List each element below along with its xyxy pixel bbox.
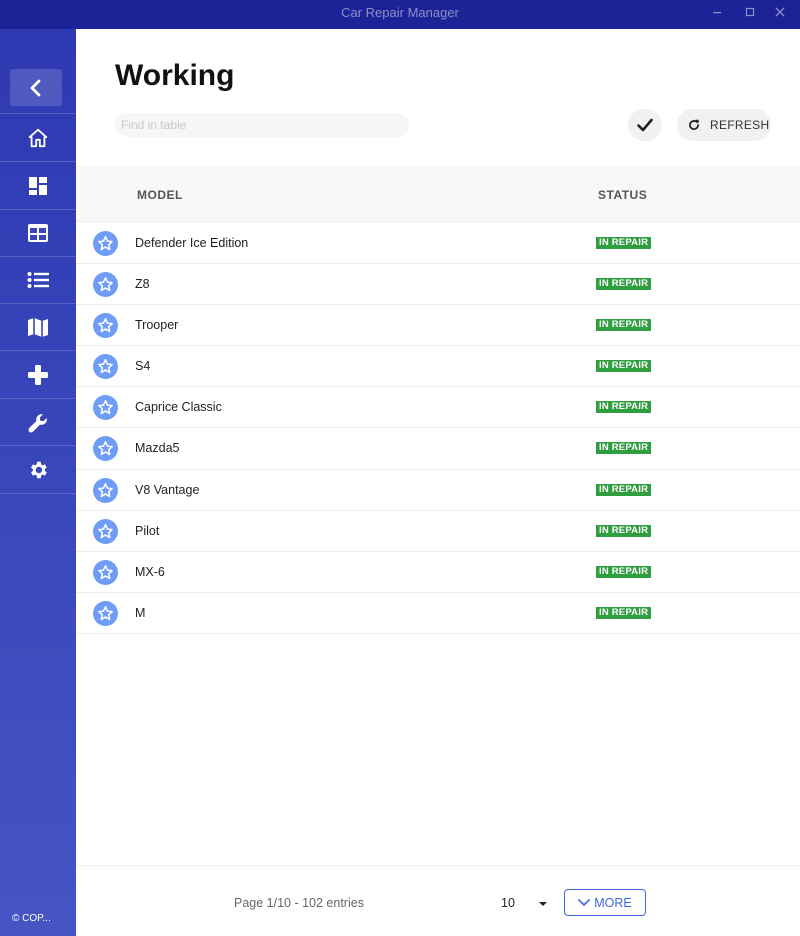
star-icon[interactable] [93, 313, 118, 339]
gear-icon [31, 461, 47, 478]
search-input[interactable] [115, 113, 409, 137]
status-badge: IN REPAIR [596, 237, 652, 249]
sidebar-item-table[interactable] [0, 209, 76, 256]
status-badge: IN REPAIR [596, 360, 652, 373]
sidebar-item-home[interactable] [0, 114, 76, 161]
more-button[interactable]: MORE [564, 889, 646, 916]
sidebar-item-dashboard[interactable] [0, 162, 76, 209]
select-all-button[interactable] [628, 109, 662, 141]
dashboard-icon [29, 176, 47, 195]
model-cell: Z8 [135, 277, 150, 292]
model-cell: Pilot [135, 523, 160, 538]
page-size-select[interactable]: 10 [501, 895, 551, 913]
model-cell: Caprice Classic [135, 400, 222, 415]
table-row[interactable]: Z8 IN REPAIR [76, 264, 800, 306]
star-icon[interactable] [93, 518, 118, 544]
sidebar: © COP... [0, 29, 76, 936]
sidebar-item-repair[interactable] [0, 399, 76, 446]
caret-down-icon [539, 902, 547, 906]
table-row[interactable]: Caprice Classic IN REPAIR [76, 387, 800, 429]
table-row[interactable]: Mazda5 IN REPAIR [76, 428, 800, 470]
sidebar-item-list[interactable] [0, 256, 76, 303]
title-bar: Car Repair Manager [0, 0, 800, 29]
model-cell: M [135, 605, 146, 620]
star-icon[interactable] [93, 477, 118, 503]
maximize-icon[interactable] [742, 4, 758, 20]
table-row[interactable]: Pilot IN REPAIR [76, 511, 800, 552]
table-row[interactable]: S4 IN REPAIR [76, 346, 800, 388]
status-badge: IN REPAIR [596, 565, 652, 578]
refresh-label: REFRESH [710, 118, 770, 132]
sidebar-item-map[interactable] [0, 303, 76, 350]
refresh-button[interactable]: REFRESH [677, 109, 771, 141]
star-icon[interactable] [93, 600, 118, 626]
model-cell: Defender Ice Edition [135, 236, 249, 250]
more-label: MORE [594, 895, 632, 910]
page-title: Working [115, 59, 235, 92]
table-icon [28, 223, 48, 242]
column-header-status[interactable]: STATUS [598, 188, 647, 202]
table-row[interactable]: Defender Ice Edition IN REPAIR [76, 223, 800, 265]
table-footer: Page 1/10 - 102 entries 10 MORE [76, 865, 800, 936]
wrench-icon [28, 413, 47, 432]
page-size-value: 10 [501, 896, 515, 910]
minimize-icon[interactable] [709, 4, 725, 20]
table-row[interactable]: Trooper IN REPAIR [76, 305, 800, 347]
star-icon[interactable] [93, 395, 118, 421]
window-title: Car Repair Manager [341, 5, 459, 20]
checkmark-icon [637, 118, 653, 132]
model-cell: Trooper [135, 318, 179, 333]
back-button[interactable] [10, 69, 62, 106]
column-header-model[interactable]: MODEL [137, 188, 183, 202]
table-row[interactable]: M IN REPAIR [76, 593, 800, 634]
table-row[interactable]: V8 Vantage IN REPAIR [76, 470, 800, 511]
refresh-icon [689, 119, 699, 130]
chevron-left-icon [30, 79, 41, 96]
divider [0, 493, 76, 494]
chevron-down-icon [578, 898, 591, 906]
map-icon [28, 317, 48, 337]
status-badge: IN REPAIR [596, 442, 652, 455]
main-content: Working REFRESH MODEL STATUS Defender Ic… [76, 29, 800, 936]
model-cell: V8 Vantage [135, 482, 200, 497]
table-header: MODEL STATUS [76, 166, 800, 222]
status-badge: IN REPAIR [596, 606, 652, 619]
status-badge: IN REPAIR [596, 319, 652, 332]
model-cell: Mazda5 [135, 441, 180, 456]
copyright: © COP... [12, 913, 51, 924]
star-icon[interactable] [93, 436, 118, 462]
star-icon[interactable] [93, 272, 118, 298]
plus-icon [28, 364, 48, 385]
status-badge: IN REPAIR [596, 483, 652, 496]
status-badge: IN REPAIR [596, 524, 652, 537]
sidebar-item-add[interactable] [0, 351, 76, 398]
table-row[interactable]: MX-6 IN REPAIR [76, 552, 800, 593]
model-cell: MX-6 [135, 564, 165, 579]
table-body: Defender Ice Edition IN REPAIR Z8 IN REPAIR… [76, 223, 800, 634]
status-badge: IN REPAIR [596, 401, 652, 414]
status-badge: IN REPAIR [596, 278, 652, 291]
star-icon[interactable] [93, 231, 118, 256]
star-icon[interactable] [93, 354, 118, 380]
model-cell: S4 [135, 359, 151, 374]
star-icon[interactable] [93, 559, 118, 585]
pagination-info: Page 1/10 - 102 entries [234, 896, 364, 910]
home-icon [28, 128, 48, 147]
list-icon [27, 271, 49, 288]
close-icon[interactable] [772, 4, 788, 20]
sidebar-item-settings[interactable] [0, 446, 76, 493]
